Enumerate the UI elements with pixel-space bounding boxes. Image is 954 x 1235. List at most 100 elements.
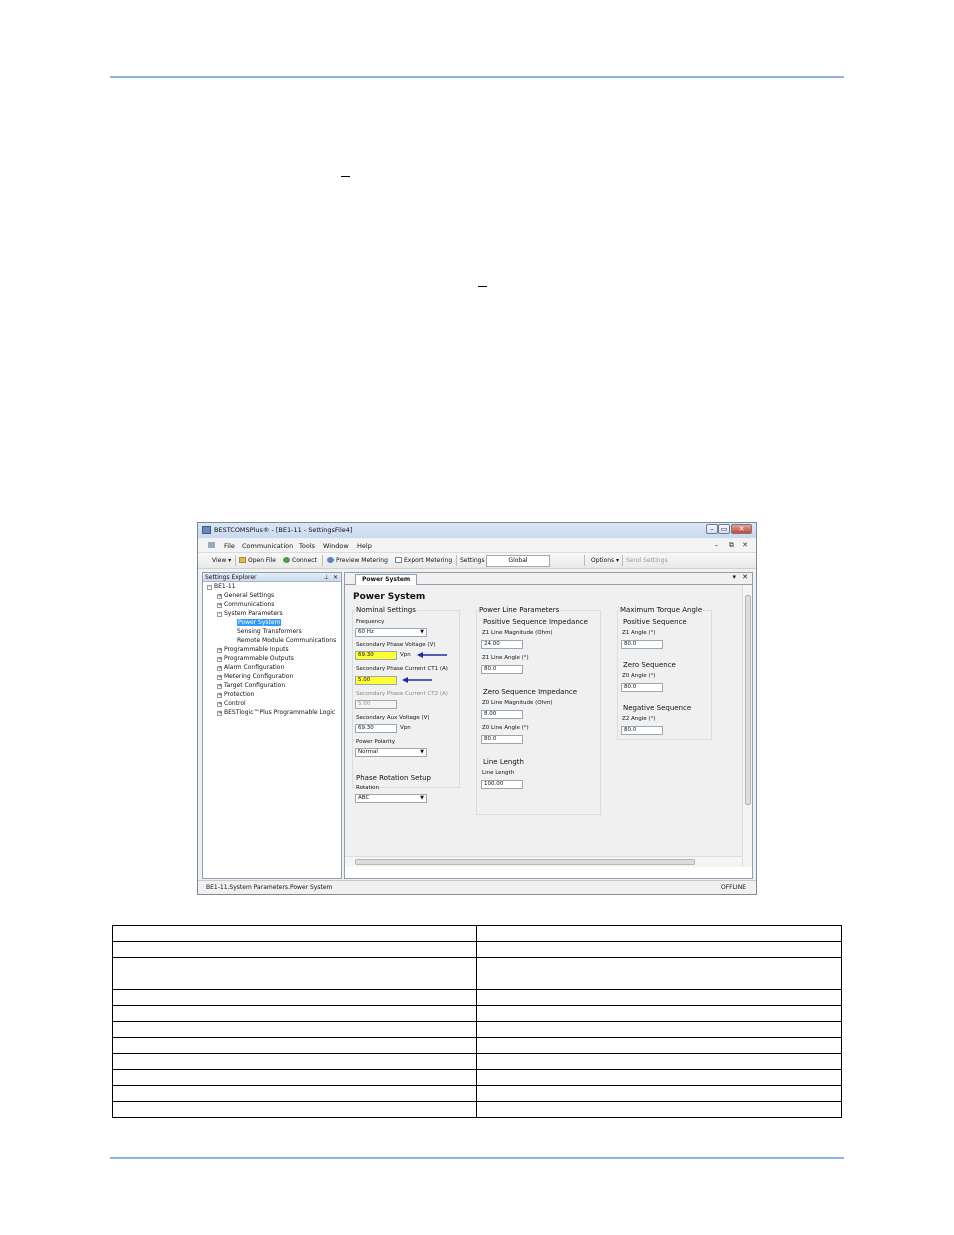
connect-label: Connect xyxy=(292,557,317,564)
connect-button[interactable]: Connect xyxy=(283,557,317,564)
z0-angle-field[interactable]: 80.0 xyxy=(481,735,523,744)
z1-angle-label: Z1 Line Angle (°) xyxy=(482,655,529,661)
tree-item-remote-module-communications[interactable]: Remote Module Communications xyxy=(237,637,336,645)
mdi-minimize-button[interactable]: – xyxy=(715,541,719,549)
send-settings-button[interactable]: Send Settings xyxy=(626,557,668,564)
max-torque-angle-title: Maximum Torque Angle xyxy=(619,606,704,614)
document-pane: Power System ▾ ✕ Power System Nominal Se… xyxy=(344,572,753,879)
tree-item-general-settings[interactable]: + General Settings xyxy=(217,592,274,600)
line-length-label: Line Length xyxy=(482,770,515,776)
tree-item-target-configuration[interactable]: + Target Configuration xyxy=(217,682,285,690)
explorer-close-icon[interactable]: ✕ xyxy=(333,573,338,582)
view-button[interactable]: View ▾ xyxy=(212,557,231,564)
tab-power-system[interactable]: Power System xyxy=(355,574,418,585)
tree-item-sensing-transformers[interactable]: Sensing Transformers xyxy=(237,628,302,636)
z1-angle-field[interactable]: 80.0 xyxy=(481,665,523,674)
tree-item-protection[interactable]: + Protection xyxy=(217,691,254,699)
minimize-button[interactable]: – xyxy=(706,524,718,534)
nominal-settings-title: Nominal Settings xyxy=(355,606,417,614)
expand-icon[interactable]: + xyxy=(217,675,222,680)
mta-negative-sequence-title: Negative Sequence xyxy=(622,704,693,712)
collapse-icon[interactable]: - xyxy=(217,612,222,617)
options-button[interactable]: Options ▾ xyxy=(591,557,619,564)
table-row xyxy=(112,1053,842,1070)
export-metering-button[interactable]: Export Metering xyxy=(395,557,452,564)
ct2-field[interactable]: 5.00 xyxy=(355,700,397,709)
pin-icon[interactable]: ⊥ xyxy=(324,573,329,582)
close-button[interactable]: ✕ xyxy=(731,524,752,534)
table-row xyxy=(112,941,842,958)
power-polarity-value: Normal xyxy=(358,749,378,755)
expand-icon[interactable]: + xyxy=(217,693,222,698)
mta-z2-angle-field[interactable]: 80.0 xyxy=(621,726,663,735)
sec-phase-voltage-field[interactable]: 69.30 xyxy=(355,651,397,660)
menu-tools[interactable]: Tools xyxy=(299,542,315,550)
open-file-button[interactable]: Open File xyxy=(239,557,276,564)
tree-item-communications[interactable]: + Communications xyxy=(217,601,274,609)
power-polarity-select[interactable]: Normal ▼ xyxy=(355,748,427,757)
tree-item-alarm-configuration[interactable]: + Alarm Configuration xyxy=(217,664,284,672)
settings-group-select[interactable]: Global xyxy=(486,555,550,567)
mta-z1-angle-label: Z1 Angle (°) xyxy=(622,630,656,636)
expand-icon[interactable]: + xyxy=(217,603,222,608)
tree-item-power-system[interactable]: Power System xyxy=(237,619,282,627)
tab-close-icon[interactable]: ✕ xyxy=(742,573,748,581)
tree-root[interactable]: - BE1-11 xyxy=(207,583,236,591)
expand-icon[interactable]: + xyxy=(217,666,222,671)
ct1-field[interactable]: 5.00 xyxy=(355,676,397,685)
collapse-icon[interactable]: - xyxy=(207,585,212,590)
power-line-parameters-title: Power Line Parameters xyxy=(478,606,561,614)
vertical-scroll-thumb[interactable] xyxy=(745,595,751,805)
rotation-select[interactable]: ABC ▼ xyxy=(355,794,427,803)
menu-window[interactable]: Window xyxy=(323,542,349,550)
restore-button[interactable]: ▭ xyxy=(718,524,730,534)
vertical-scrollbar[interactable] xyxy=(742,585,752,867)
open-file-label: Open File xyxy=(248,557,276,564)
horizontal-scrollbar[interactable] xyxy=(345,856,742,867)
app-icon xyxy=(202,526,211,534)
mta-z2-angle-label: Z2 Angle (°) xyxy=(622,716,656,722)
menu-file[interactable]: File xyxy=(224,542,235,550)
document-icon xyxy=(208,542,215,548)
export-icon xyxy=(395,557,402,563)
mdi-restore-button[interactable]: ⧉ xyxy=(729,541,734,550)
menu-communication[interactable]: Communication xyxy=(242,542,293,550)
expand-icon[interactable]: + xyxy=(217,657,222,662)
tree-item-programmable-inputs[interactable]: + Programmable Inputs xyxy=(217,646,289,654)
top-rule xyxy=(110,76,844,78)
aux-voltage-unit: Vpn xyxy=(400,725,411,731)
z0-magnitude-field[interactable]: 8.00 xyxy=(481,710,523,719)
expand-icon[interactable]: + xyxy=(217,711,222,716)
menu-help[interactable]: Help xyxy=(357,542,372,550)
tab-list-icon[interactable]: ▾ xyxy=(732,573,736,581)
expand-icon[interactable]: + xyxy=(217,702,222,707)
tree-item-programmable-outputs[interactable]: + Programmable Outputs xyxy=(217,655,294,663)
line-length-field[interactable]: 100.00 xyxy=(481,780,523,789)
z1-magnitude-field[interactable]: 24.00 xyxy=(481,640,523,649)
rotation-label: Rotation xyxy=(356,785,380,791)
mta-z0-angle-field[interactable]: 80.0 xyxy=(621,683,663,692)
mta-z1-angle-field[interactable]: 80.0 xyxy=(621,640,663,649)
expand-icon[interactable]: + xyxy=(217,594,222,599)
table-row xyxy=(112,1005,842,1022)
expand-icon[interactable]: + xyxy=(217,684,222,689)
aux-voltage-field[interactable]: 69.30 xyxy=(355,724,397,733)
frequency-label: Frequency xyxy=(356,619,385,625)
folder-icon xyxy=(239,557,246,563)
mta-positive-sequence-title: Positive Sequence xyxy=(622,618,688,626)
tree-item-system-parameters[interactable]: - System Parameters xyxy=(217,610,283,618)
chevron-down-icon: ▼ xyxy=(420,749,424,755)
tab-bar: Power System ▾ ✕ xyxy=(345,573,752,585)
frequency-select[interactable]: 60 Hz ▼ xyxy=(355,628,427,637)
horizontal-scroll-thumb[interactable] xyxy=(355,859,695,865)
z1-magnitude-label: Z1 Line Magnitude (Ohm) xyxy=(482,630,553,636)
tree-item-metering-configuration[interactable]: + Metering Configuration xyxy=(217,673,293,681)
tree-item-control[interactable]: + Control xyxy=(217,700,246,708)
connect-icon xyxy=(283,557,290,563)
preview-metering-button[interactable]: Preview Metering xyxy=(327,557,388,564)
mdi-close-button[interactable]: ✕ xyxy=(742,541,748,549)
tree-item-bestlogic[interactable]: + BESTlogic™Plus Programmable Logic xyxy=(217,709,335,717)
explorer-header: Settings Explorer ⊥ ✕ xyxy=(203,573,341,582)
expand-icon[interactable]: + xyxy=(217,648,222,653)
export-metering-label: Export Metering xyxy=(404,557,453,564)
